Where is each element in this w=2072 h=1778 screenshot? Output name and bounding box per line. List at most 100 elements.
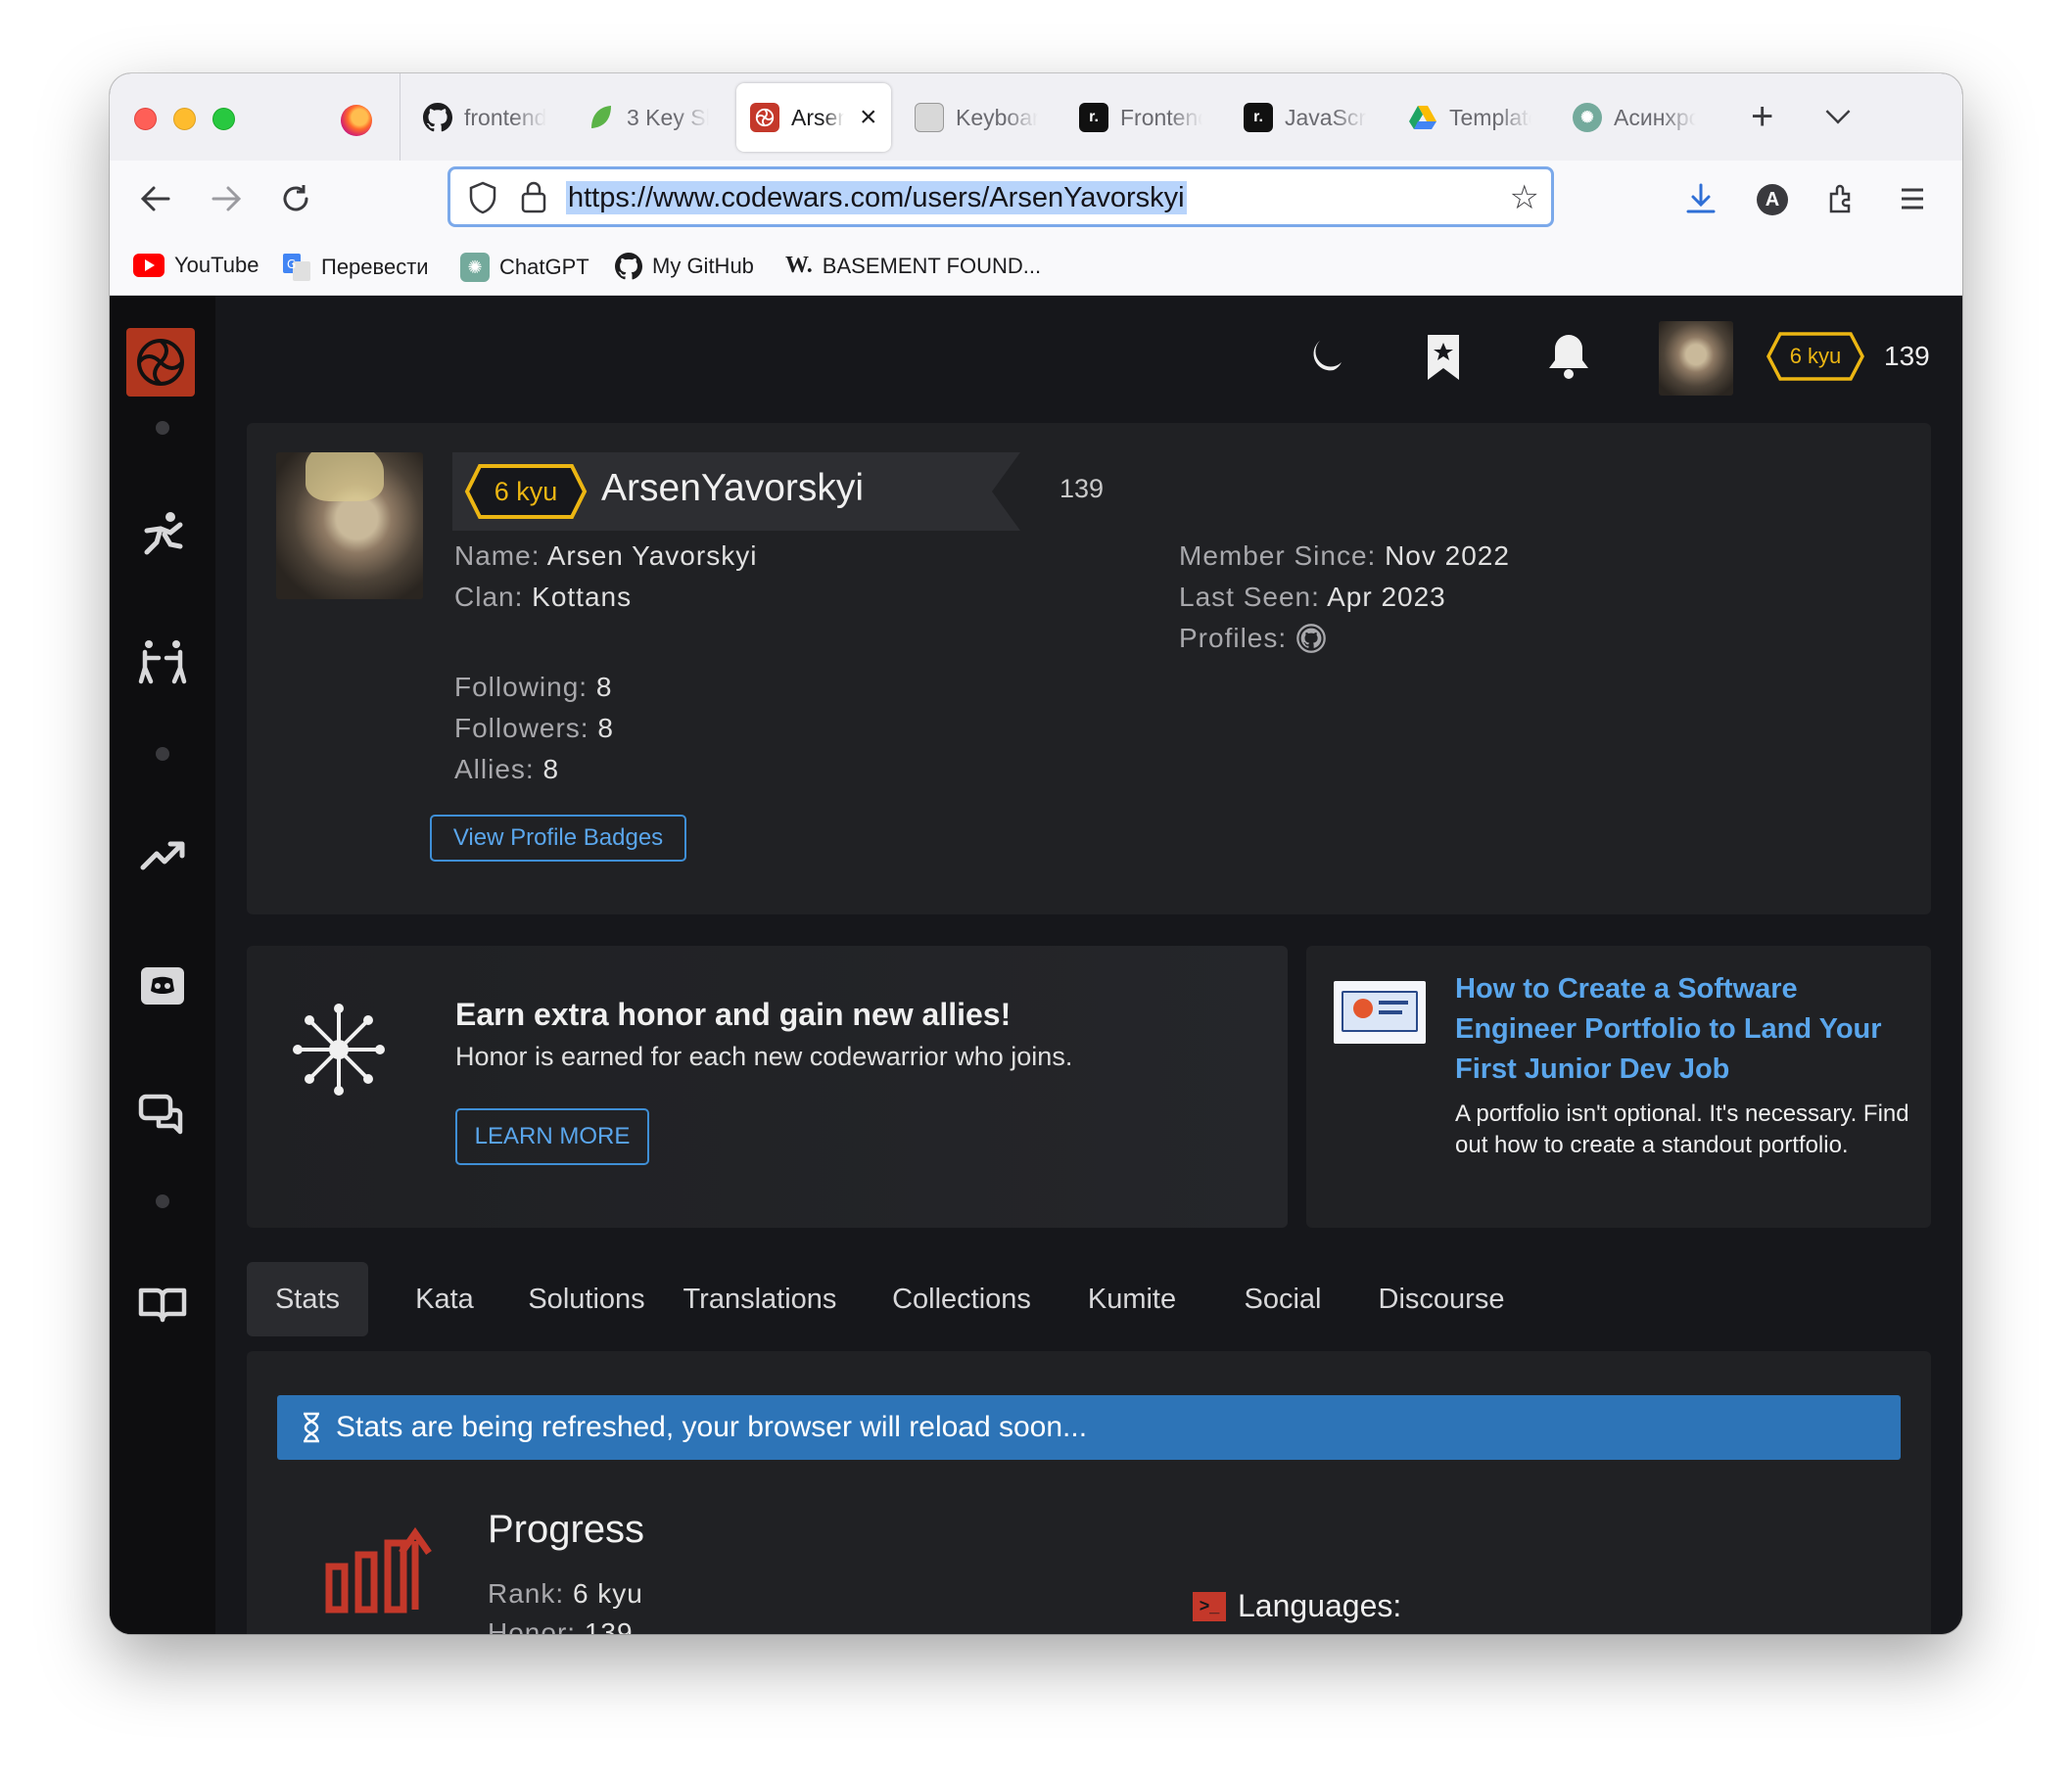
tab-kumite[interactable]: Kumite xyxy=(1069,1262,1195,1336)
last-seen-row: Last Seen: Apr 2023 xyxy=(1179,582,1446,613)
maximize-window-button[interactable] xyxy=(212,108,235,130)
minimize-window-button[interactable] xyxy=(173,108,196,130)
codewars-page: 6 kyu 139 6 kyu ArsenYavorskyi 139 Name:… xyxy=(110,296,1962,1634)
tab-collections[interactable]: Collections xyxy=(871,1262,1052,1336)
stats-honor-row: Honor: 139 xyxy=(488,1617,634,1634)
browser-tab[interactable]: r. JavaScript xyxy=(1230,83,1387,152)
kumite-fighters-icon[interactable] xyxy=(137,636,188,687)
r-icon: r. xyxy=(1244,103,1273,132)
browser-tab[interactable]: 3 Key Skills xyxy=(572,83,729,152)
dark-mode-moon-icon[interactable] xyxy=(1304,335,1347,378)
w-logo-icon: W. xyxy=(785,253,813,278)
downloads-icon[interactable] xyxy=(1684,182,1718,215)
following-row[interactable]: Following: 8 xyxy=(454,672,612,703)
new-tab-button[interactable]: + xyxy=(1751,95,1773,139)
sidebar-divider-dot xyxy=(156,421,169,435)
svg-text:G: G xyxy=(287,257,296,271)
close-tab-icon[interactable]: × xyxy=(860,101,877,134)
chat-bubbles-icon[interactable] xyxy=(137,1091,188,1142)
browser-tab[interactable]: Template xyxy=(1394,83,1551,152)
discord-icon[interactable] xyxy=(137,961,188,1012)
bookmark-basement[interactable]: W. BASEMENT FOUND... xyxy=(785,253,1041,279)
github-icon xyxy=(423,103,452,132)
last-seen-label: Last Seen: xyxy=(1179,582,1320,612)
url-bar[interactable]: https://www.codewars.com/users/ArsenYavo… xyxy=(447,166,1554,227)
close-window-button[interactable] xyxy=(134,108,157,130)
last-seen-value: Apr 2023 xyxy=(1327,582,1446,612)
github-icon xyxy=(615,253,642,280)
browser-tab[interactable]: Keyboard xyxy=(901,83,1058,152)
sidebar-divider-dot xyxy=(156,1194,169,1208)
github-profile-icon[interactable] xyxy=(1296,624,1326,653)
notifications-bell-icon[interactable] xyxy=(1545,331,1592,382)
promo-title: Earn extra honor and gain new allies! xyxy=(455,997,1012,1032)
tab-discourse[interactable]: Discourse xyxy=(1363,1262,1520,1336)
browser-tab-active[interactable]: ArsenYavorskyi × xyxy=(736,83,891,152)
learn-more-button[interactable]: LEARN MORE xyxy=(455,1108,649,1165)
codewars-logo[interactable] xyxy=(126,328,195,397)
bookmark-star-icon[interactable]: ☆ xyxy=(1510,178,1539,217)
user-avatar[interactable] xyxy=(1659,321,1733,396)
tab-list-chevron-icon[interactable] xyxy=(1825,99,1851,124)
article-ad-card[interactable]: How to Create a Software Engineer Portfo… xyxy=(1306,946,1931,1228)
browser-tab[interactable]: ✺ Асинхронность xyxy=(1559,83,1725,152)
allies-label: Allies: xyxy=(454,754,535,784)
referral-promo-card: Earn extra honor and gain new allies! Ho… xyxy=(247,946,1288,1228)
bookmarks-icon[interactable] xyxy=(1422,333,1465,382)
shield-icon[interactable] xyxy=(468,181,497,214)
languages-heading: >_ Languages: xyxy=(1193,1588,1401,1624)
bookmark-chatgpt[interactable]: ✺ ChatGPT xyxy=(460,253,589,282)
tab-label: frontend xyxy=(464,104,546,130)
tab-social[interactable]: Social xyxy=(1226,1262,1340,1336)
view-profile-badges-button[interactable]: View Profile Badges xyxy=(430,815,686,862)
bookmark-github[interactable]: My GitHub xyxy=(615,253,754,280)
stats-rank-label: Rank: xyxy=(488,1578,565,1609)
sidebar xyxy=(110,296,215,1634)
reload-icon[interactable] xyxy=(279,182,312,215)
following-label: Following: xyxy=(454,672,589,702)
profile-honor: 139 xyxy=(1060,474,1105,503)
tab-solutions[interactable]: Solutions xyxy=(513,1262,660,1336)
back-arrow-icon[interactable] xyxy=(139,182,172,215)
navigation-bar: https://www.codewars.com/users/ArsenYavo… xyxy=(110,161,1962,241)
bookmark-label: Перевести xyxy=(321,255,429,279)
sidebar-divider-dot xyxy=(156,747,169,761)
header-rank-badge[interactable]: 6 kyu xyxy=(1766,331,1864,382)
profile-card: 6 kyu ArsenYavorskyi 139 Name: Arsen Yav… xyxy=(247,423,1931,914)
article-title-link[interactable]: How to Create a Software Engineer Portfo… xyxy=(1455,969,1915,1090)
docs-book-icon[interactable] xyxy=(137,1279,188,1330)
account-avatar[interactable]: A xyxy=(1757,184,1788,215)
tab-label: ArsenYavorskyi xyxy=(791,104,844,130)
stats-honor-label: Honor: xyxy=(488,1617,577,1634)
tab-label: Frontend xyxy=(1120,104,1202,130)
browser-tab[interactable]: r. Frontend xyxy=(1065,83,1222,152)
kata-kick-icon[interactable] xyxy=(137,509,188,560)
tab-translations[interactable]: Translations xyxy=(666,1262,854,1336)
bookmark-translate[interactable]: G Перевести xyxy=(282,253,429,282)
chatgpt-icon: ✺ xyxy=(460,253,490,282)
member-since-value: Nov 2022 xyxy=(1385,540,1510,571)
firefox-icon[interactable] xyxy=(341,105,372,136)
hourglass-icon xyxy=(304,1412,319,1443)
member-since-row: Member Since: Nov 2022 xyxy=(1179,540,1510,572)
forward-arrow-icon[interactable] xyxy=(210,182,243,215)
menu-icon[interactable] xyxy=(1898,182,1927,215)
profile-clan-row: Clan: Kottans xyxy=(454,582,632,613)
browser-tab[interactable]: frontend xyxy=(409,83,566,152)
tab-label: JavaScript xyxy=(1285,104,1367,130)
bookmark-label: My GitHub xyxy=(652,254,754,278)
network-burst-icon xyxy=(293,1004,385,1096)
profile-rank-text: 6 kyu xyxy=(494,476,558,506)
tab-stats[interactable]: Stats xyxy=(247,1262,368,1336)
r-icon: r. xyxy=(1079,103,1108,132)
leaderboard-trend-icon[interactable] xyxy=(137,830,188,881)
lock-icon[interactable] xyxy=(519,179,548,214)
url-text[interactable]: https://www.codewars.com/users/ArsenYavo… xyxy=(566,181,1187,214)
bookmark-youtube[interactable]: YouTube xyxy=(133,253,259,278)
extensions-icon[interactable] xyxy=(1825,182,1859,215)
followers-row[interactable]: Followers: 8 xyxy=(454,713,614,744)
allies-row[interactable]: Allies: 8 xyxy=(454,754,559,785)
member-since-label: Member Since: xyxy=(1179,540,1377,571)
codewars-icon xyxy=(750,103,779,132)
tab-kata[interactable]: Kata xyxy=(394,1262,495,1336)
